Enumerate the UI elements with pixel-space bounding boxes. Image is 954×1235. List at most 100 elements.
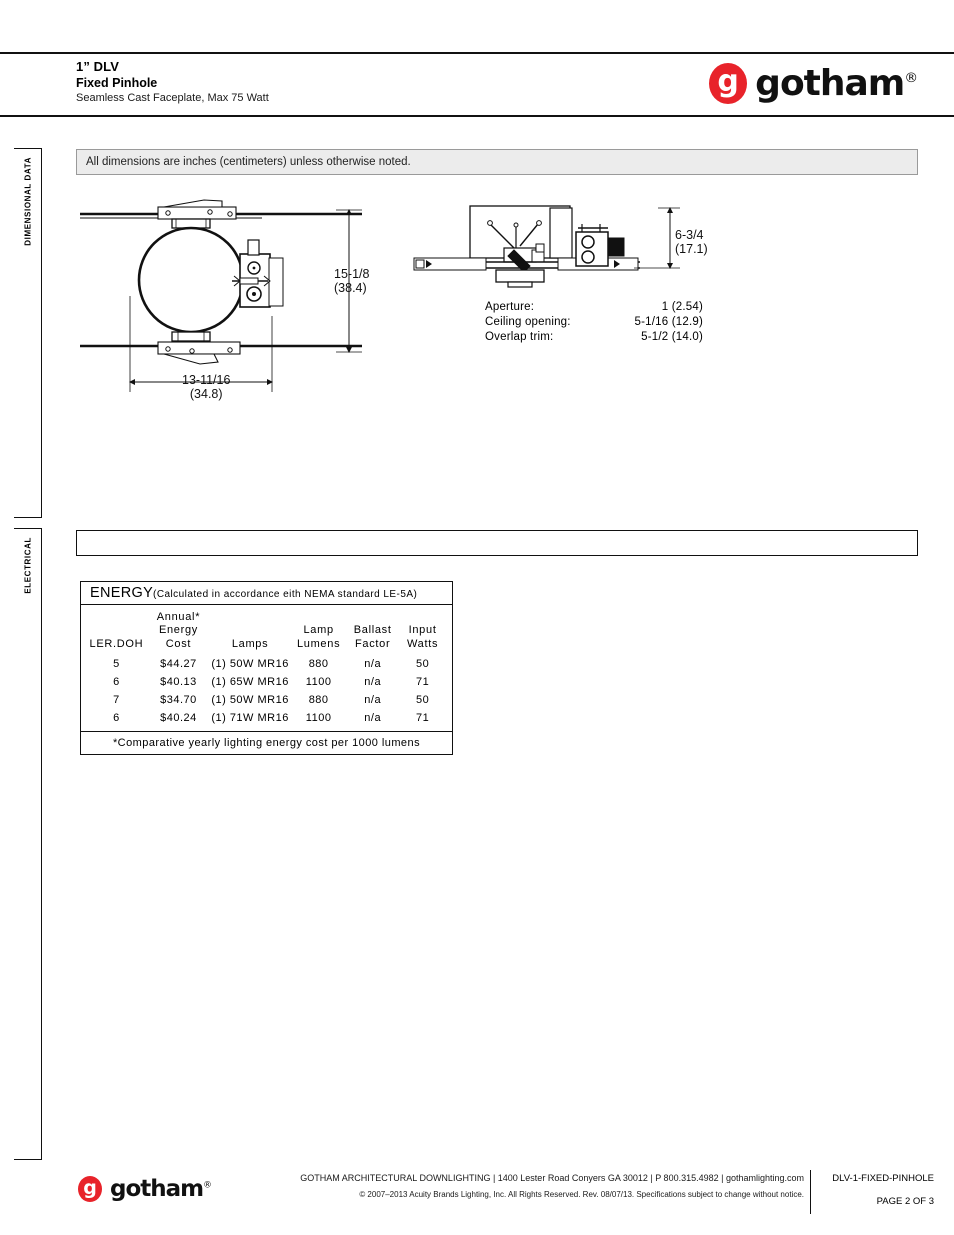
plan-view-width-dimension: 13-11/16 (34.8): [182, 373, 230, 402]
gotham-logo-header: g gotham®: [709, 63, 918, 104]
page-description: Seamless Cast Faceplate, Max 75 Watt: [76, 91, 269, 104]
footer-company-info: GOTHAM ARCHITECTURAL DOWNLIGHTING | 1400…: [300, 1173, 804, 1200]
energy-table-footnote: *Comparative yearly lighting energy cost…: [81, 731, 452, 754]
energy-col-cost-l1: Annual*: [156, 611, 201, 623]
header-top-rule: [0, 52, 954, 54]
page-title-block: 1” DLV Fixed Pinhole Seamless Cast Facep…: [76, 59, 269, 104]
cell-lumens: 1100: [305, 712, 332, 725]
spec-value-aperture: 1 (2.54): [661, 301, 703, 313]
energy-col-ler-l1: LER.DOH: [89, 637, 144, 650]
sidebar-tab-electrical-label: ELECTRICAL: [23, 537, 32, 594]
cell-ler: 6: [113, 712, 120, 725]
energy-header-row: LER.DOH Annual* Energy Cost Lamps Lamp L…: [85, 611, 446, 655]
cell-lumens: 1100: [305, 676, 332, 689]
gotham-logo-footer: g gotham®: [78, 1176, 212, 1202]
cell-watts: 50: [415, 658, 430, 671]
cell-lamps: (1) 50W MR16: [211, 658, 289, 671]
plan-height-metric: (38.4): [334, 281, 367, 296]
footer-page-label: PAGE 2 OF 3: [876, 1196, 934, 1208]
page-subtitle: Fixed Pinhole: [76, 76, 158, 91]
gotham-wordmark-footer: gotham®: [110, 1175, 212, 1202]
energy-col-ballast-l1: Ballast: [353, 624, 392, 637]
sidebar-tab-dimensional-data: DIMENSIONAL DATA: [14, 148, 42, 518]
spec-sheet-page: 1” DLV Fixed Pinhole Seamless Cast Facep…: [0, 0, 954, 1235]
spec-row-aperture: Aperture: 1 (2.54): [485, 300, 703, 315]
energy-col-ler: LER.DOH: [85, 611, 148, 655]
aperture-spec-list: Aperture: 1 (2.54) Ceiling opening: 5-1/…: [485, 300, 703, 346]
plan-width-value: 13-11/16: [182, 373, 231, 387]
energy-table-rows: 5 $44.27 (1) 50W MR16 880 n/a 50 6 $40.1…: [85, 655, 446, 727]
footer-doc-info: DLV-1-FIXED-PINHOLE PAGE 2 OF 3: [824, 1173, 934, 1208]
page-title: 1” DLV: [76, 59, 119, 74]
energy-table-title: ENERGY(Calculated in accordance eith NEM…: [81, 582, 452, 605]
energy-col-input-watts: Input Watts: [399, 611, 446, 655]
plan-height-value: 15-1/8: [334, 267, 370, 281]
section-view-drawing: [408, 200, 708, 295]
footer-company-line: GOTHAM ARCHITECTURAL DOWNLIGHTING | 1400…: [300, 1173, 804, 1183]
registered-trademark-icon: ®: [904, 69, 918, 86]
energy-col-cost-l2: Energy: [158, 624, 198, 637]
cell-ballast: n/a: [364, 712, 382, 725]
cell-cost: $44.27: [160, 658, 197, 671]
cell-ballast: n/a: [364, 676, 382, 689]
cell-lumens: 880: [308, 694, 329, 707]
energy-title-text: ENERGY: [90, 585, 154, 601]
cell-ballast: n/a: [364, 694, 382, 707]
gotham-wordmark: gotham®: [755, 62, 918, 104]
cell-ballast: n/a: [364, 658, 382, 671]
table-row: 7 $34.70 (1) 50W MR16 880 n/a 50: [85, 691, 446, 709]
cell-cost: $34.70: [160, 694, 197, 707]
energy-table-head: LER.DOH Annual* Energy Cost Lamps Lamp L…: [85, 611, 446, 655]
cell-ler: 5: [113, 658, 120, 671]
footer-divider: [810, 1170, 812, 1214]
cell-watts: 71: [415, 676, 430, 689]
table-row: 5 $44.27 (1) 50W MR16 880 n/a 50: [85, 655, 446, 673]
dimensions-note-bar: All dimensions are inches (centimeters) …: [76, 149, 918, 175]
plan-view-height-dimension: 15-1/8 (38.4): [334, 267, 369, 296]
spec-row-overlap-trim: Overlap trim: 5-1/2 (14.0): [485, 330, 703, 345]
gotham-g-icon: g: [709, 63, 748, 104]
energy-col-ballast-factor: Ballast Factor: [346, 611, 399, 655]
footer-doc-code: DLV-1-FIXED-PINHOLE: [832, 1173, 934, 1184]
registered-trademark-icon-footer: ®: [203, 1179, 212, 1190]
spec-label-overlap-trim: Overlap trim:: [485, 331, 554, 344]
energy-table: ENERGY(Calculated in accordance eith NEM…: [80, 581, 453, 756]
spec-label-ceiling-opening: Ceiling opening:: [485, 316, 571, 329]
energy-col-lamps-l1: Lamps: [231, 637, 269, 650]
energy-col-ballast-l2: Factor: [354, 637, 391, 650]
section-view-svg: [413, 205, 680, 288]
spec-label-aperture: Aperture:: [485, 301, 535, 313]
cell-lamps: (1) 50W MR16: [211, 694, 289, 707]
energy-col-watts-l2: Watts: [406, 637, 439, 650]
gotham-g-icon-footer: g: [78, 1176, 102, 1202]
electrical-section-bar: [76, 530, 918, 556]
plan-width-metric: (34.8): [189, 387, 223, 402]
energy-data-table: LER.DOH Annual* Energy Cost Lamps Lamp L…: [85, 611, 446, 727]
spec-value-overlap-trim: 5-1/2 (14.0): [641, 331, 703, 344]
header-bottom-rule: [0, 115, 954, 117]
spec-row-ceiling-opening: Ceiling opening: 5-1/16 (12.9): [485, 315, 703, 330]
energy-col-lamp-lumens: Lamp Lumens: [291, 611, 346, 655]
cell-ler: 6: [113, 676, 120, 689]
energy-table-body: LER.DOH Annual* Energy Cost Lamps Lamp L…: [81, 605, 452, 731]
cell-cost: $40.13: [160, 676, 197, 689]
sidebar-tab-electrical: ELECTRICAL: [14, 528, 42, 1160]
footer-copyright-line: © 2007–2013 Acuity Brands Lighting, Inc.…: [359, 1189, 804, 1199]
energy-title-note: (Calculated in accordance eith NEMA stan…: [153, 589, 418, 600]
table-row: 6 $40.24 (1) 71W MR16 1100 n/a 71: [85, 709, 446, 727]
energy-col-cost-l3: Cost: [165, 637, 192, 650]
section-depth-value: 6-3/4: [675, 228, 704, 242]
gotham-wordmark-footer-text: gotham: [110, 1175, 204, 1202]
cell-watts: 50: [415, 694, 430, 707]
gotham-wordmark-text: gotham: [755, 62, 905, 104]
section-view-depth-dimension: 6-3/4 (17.1): [675, 228, 708, 257]
spec-value-ceiling-opening: 5-1/16 (12.9): [634, 316, 703, 329]
energy-col-lumens-l2: Lumens: [296, 637, 341, 650]
energy-col-annual-cost: Annual* Energy Cost: [148, 611, 209, 655]
dimensions-note-text: All dimensions are inches (centimeters) …: [86, 156, 411, 168]
cell-cost: $40.24: [160, 712, 197, 725]
cell-watts: 71: [415, 712, 430, 725]
cell-lamps: (1) 71W MR16: [211, 712, 289, 725]
energy-col-lumens-l1: Lamp: [303, 624, 334, 637]
energy-col-watts-l1: Input: [408, 624, 437, 637]
